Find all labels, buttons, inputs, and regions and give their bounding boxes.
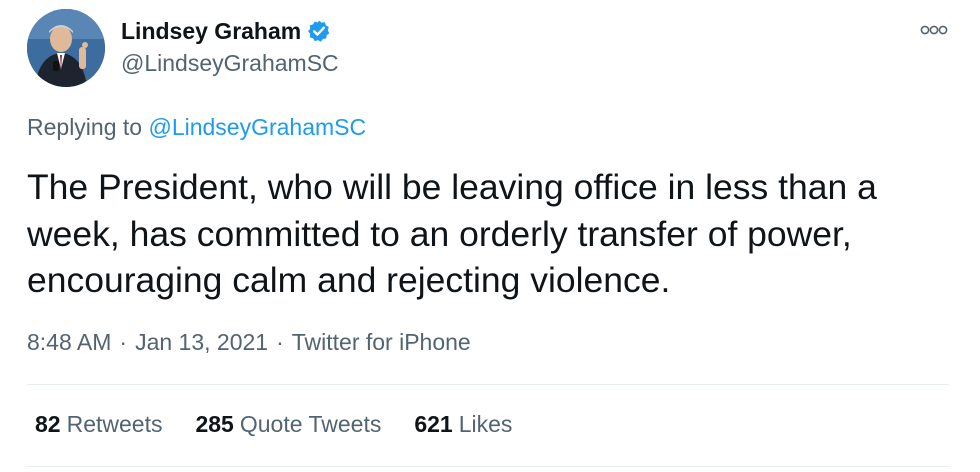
likes-stat[interactable]: 621 Likes	[414, 411, 512, 438]
verified-badge-icon	[307, 19, 331, 43]
replying-to: Replying to @LindseyGrahamSC	[27, 114, 366, 141]
likes-count: 621	[414, 411, 453, 437]
quote-tweets-count: 285	[195, 411, 234, 437]
quote-tweets-label: Quote Tweets	[239, 411, 382, 437]
author-display-name[interactable]: Lindsey Graham	[121, 18, 301, 45]
retweets-stat[interactable]: 82 Retweets	[35, 411, 162, 438]
author-name-row: Lindsey Graham	[121, 16, 331, 46]
replying-to-prefix: Replying to	[27, 114, 149, 140]
avatar[interactable]	[27, 9, 105, 87]
retweets-label: Retweets	[66, 411, 163, 437]
likes-label: Likes	[458, 411, 513, 437]
retweets-count: 82	[35, 411, 61, 437]
tweet-stats: 82 Retweets 285 Quote Tweets 621 Likes	[35, 411, 545, 438]
meta-separator: ·	[119, 329, 128, 355]
tweet-time[interactable]: 8:48 AM	[27, 329, 111, 355]
quote-tweets-stat[interactable]: 285 Quote Tweets	[195, 411, 381, 438]
divider	[27, 384, 949, 385]
tweet-card: Lindsey Graham @LindseyGrahamSC Replying…	[0, 0, 980, 472]
meta-separator: ·	[276, 329, 284, 355]
more-options-icon[interactable]	[917, 20, 951, 40]
author-handle[interactable]: @LindseyGrahamSC	[121, 50, 339, 77]
tweet-date[interactable]: Jan 13, 2021	[135, 329, 268, 355]
reply-target-link[interactable]: @LindseyGrahamSC	[148, 114, 366, 140]
tweet-text: The President, who will be leaving offic…	[27, 167, 877, 300]
tweet-meta: 8:48 AM · Jan 13, 2021 · Twitter for iPhone	[27, 329, 471, 356]
tweet-source[interactable]: Twitter for iPhone	[292, 329, 471, 355]
divider	[27, 466, 949, 467]
avatar-image	[27, 9, 105, 87]
